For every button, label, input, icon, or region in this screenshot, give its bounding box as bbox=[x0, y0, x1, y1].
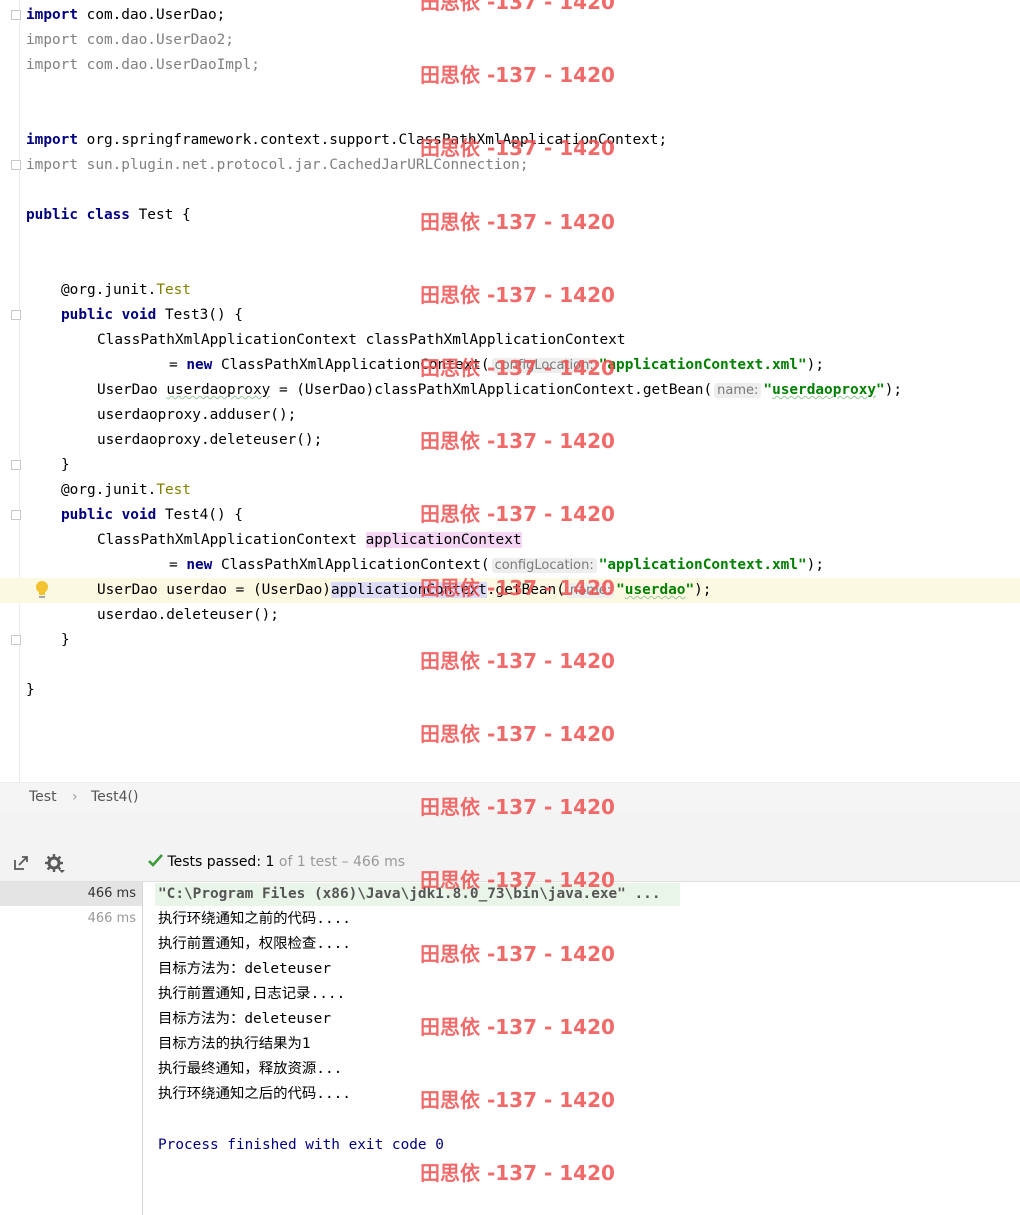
code-line-current[interactable]: UserDao userdao = (UserDao)applicationCo… bbox=[97, 578, 711, 603]
watermark-text: 田思依 -137 - 1420 bbox=[420, 209, 615, 234]
test-duration: 466 ms bbox=[87, 886, 136, 901]
code-line[interactable]: userdaoproxy.deleteuser(); bbox=[97, 428, 322, 453]
code-line[interactable]: } bbox=[61, 453, 70, 478]
test-annotation[interactable]: @org.junit.Test bbox=[61, 278, 191, 303]
watermark-text: 田思依 -137 - 1420 bbox=[420, 356, 615, 380]
status-label: Tests passed: bbox=[167, 854, 262, 870]
breadcrumb-item-method[interactable]: Test4() bbox=[91, 789, 138, 805]
console-line: 执行环绕通知之前的代码.... bbox=[158, 911, 351, 927]
console-exit-message: Process finished with exit code 0 bbox=[158, 1137, 444, 1153]
lightbulb-icon[interactable] bbox=[34, 579, 50, 601]
console-line: 执行最终通知，释放资源... bbox=[158, 1061, 343, 1077]
breadcrumb-item-class[interactable]: Test bbox=[29, 789, 57, 805]
code-line[interactable]: } bbox=[26, 678, 35, 703]
watermark-text: 田思依 -137 - 1420 bbox=[420, 1088, 615, 1112]
watermark-text: 田思依 -137 - 1420 bbox=[420, 1014, 615, 1039]
code-line[interactable]: ClassPathXmlApplicationContext applicati… bbox=[97, 528, 522, 553]
test-status: Tests passed: 1 of 1 test – 466 ms bbox=[148, 854, 405, 870]
import-line-unused[interactable]: import com.dao.UserDao2; bbox=[26, 28, 234, 53]
test-duration: 466 ms bbox=[87, 911, 136, 926]
console-line: 目标方法的执行结果为1 bbox=[158, 1036, 311, 1052]
export-icon[interactable] bbox=[12, 854, 30, 872]
code-line[interactable]: userdaoproxy.adduser(); bbox=[97, 403, 296, 428]
fold-marker-icon[interactable] bbox=[11, 510, 21, 520]
editor-gutter bbox=[0, 0, 21, 782]
status-count: 1 bbox=[265, 854, 275, 870]
import-line-unused[interactable]: import com.dao.UserDaoImpl; bbox=[26, 53, 260, 78]
gear-icon[interactable] bbox=[44, 853, 66, 875]
fold-marker-icon[interactable] bbox=[11, 635, 21, 645]
watermark-text: 田思依 -137 - 1420 bbox=[420, 868, 615, 893]
code-line[interactable]: userdao.deleteuser(); bbox=[97, 603, 279, 628]
watermark-text: 田思依 -137 - 1420 bbox=[420, 63, 615, 88]
import-line[interactable]: import com.dao.UserDao; bbox=[26, 3, 225, 28]
watermark-text: 田思依 -137 - 1420 bbox=[420, 941, 615, 966]
watermark-text: 田思依 -137 - 1420 bbox=[420, 575, 615, 600]
class-declaration[interactable]: public class Test { bbox=[26, 203, 191, 228]
code-line[interactable]: ClassPathXmlApplicationContext classPath… bbox=[97, 328, 626, 353]
watermark-text: 田思依 -137 - 1420 bbox=[420, 282, 615, 307]
status-detail: of 1 test – 466 ms bbox=[278, 854, 406, 870]
console-line: 执行前置通知,日志记录.... bbox=[158, 986, 346, 1002]
test-annotation[interactable]: @org.junit.Test bbox=[61, 478, 191, 503]
watermark-text: 田思依 -137 - 1420 bbox=[420, 722, 615, 746]
console-line: 目标方法为：deleteuser bbox=[158, 1011, 331, 1027]
watermark-text: 田思依 -137 - 1420 bbox=[420, 136, 615, 161]
fold-marker-icon[interactable] bbox=[11, 460, 21, 470]
watermark-text: 田思依 -137 - 1420 bbox=[420, 795, 615, 820]
test-results-tree: 466 ms 466 ms bbox=[0, 882, 143, 1215]
watermark-text: 田思依 -137 - 1420 bbox=[420, 1161, 615, 1186]
fold-marker-icon[interactable] bbox=[11, 160, 21, 170]
console-line: 目标方法为：deleteuser bbox=[158, 961, 331, 977]
fold-marker-icon[interactable] bbox=[11, 10, 21, 20]
check-icon bbox=[148, 854, 163, 867]
breadcrumb-separator: › bbox=[72, 789, 78, 805]
watermark-text: 田思依 -137 - 1420 bbox=[420, 648, 615, 673]
fold-marker-icon[interactable] bbox=[11, 310, 21, 320]
code-line[interactable]: } bbox=[61, 628, 70, 653]
watermark-text: 田思依 -137 - 1420 bbox=[420, 429, 615, 454]
watermark-text: 田思依 -137 - 1420 bbox=[420, 0, 615, 14]
method-signature-test4[interactable]: public void Test4() { bbox=[61, 503, 243, 528]
watermark-text: 田思依 -137 - 1420 bbox=[420, 502, 615, 527]
console-line: 执行前置通知，权限检查.... bbox=[158, 936, 351, 952]
param-hint: name: bbox=[714, 383, 762, 398]
test-tree-row-selected[interactable]: 466 ms bbox=[0, 882, 142, 906]
method-signature-test3[interactable]: public void Test3() { bbox=[61, 303, 243, 328]
code-line[interactable]: UserDao userdaoproxy = (UserDao)classPat… bbox=[97, 378, 902, 403]
console-line: 执行环绕通知之后的代码.... bbox=[158, 1086, 351, 1102]
